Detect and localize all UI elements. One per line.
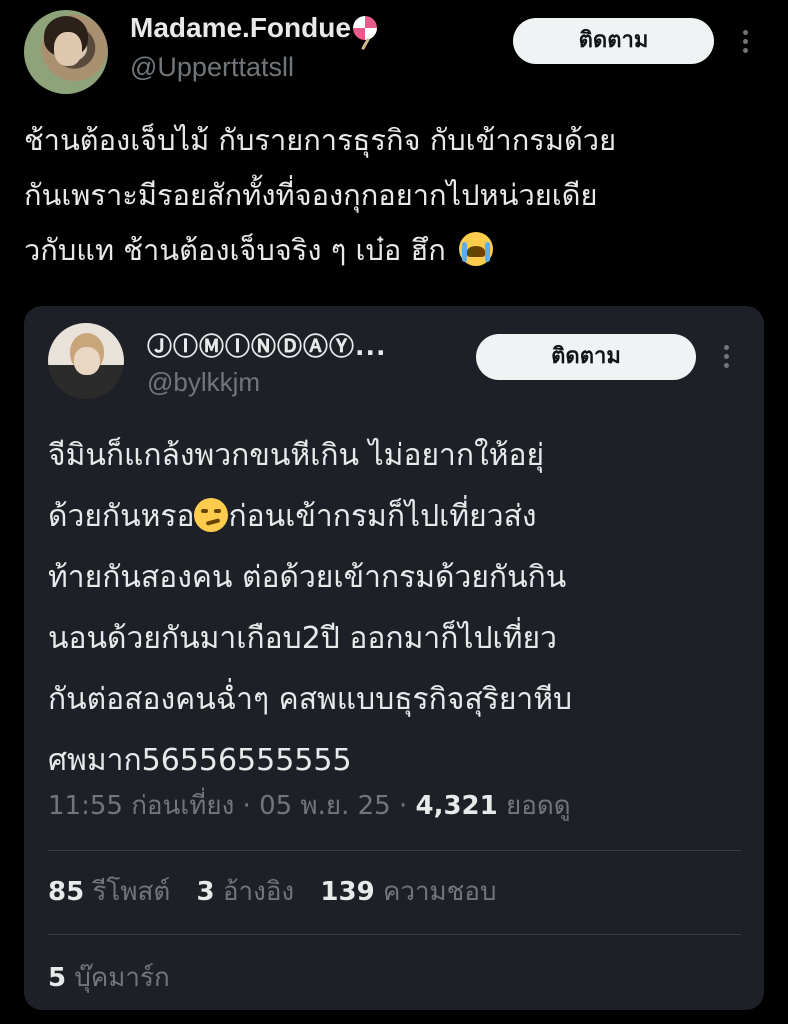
quoted-text-line: ด้วยกันหรอ ก่อนเข้ากรมก็ไปเที่ยวส่ง <box>48 486 748 547</box>
bookmarks-stat[interactable]: 5 บุ๊คมาร์ก <box>48 957 170 998</box>
quoted-tweet-text: จีมินก็แกล้งพวกขนหีเกิน ไม่อยากให้อยุ่ ด… <box>48 425 748 791</box>
quoted-text-fragment: ก่อนเข้ากรมก็ไปเที่ยวส่ง <box>228 499 537 534</box>
quoted-author-handle[interactable]: @bylkkjm <box>147 367 260 398</box>
quotes-stat[interactable]: 3 อ้างอิง <box>197 877 295 907</box>
divider <box>48 934 741 935</box>
tweet-text-line: ช้านต้องเจ็บไม้ กับรายการธุรกิจ กับเข้าก… <box>24 123 617 157</box>
quotes-count: 3 <box>196 877 215 907</box>
tweet-time[interactable]: 11:55 ก่อนเที่ยง <box>48 791 234 821</box>
author-display-name[interactable]: Madame.Fondue <box>130 12 377 44</box>
tweet-text: ช้านต้องเจ็บไม้ กับรายการธุรกิจ กับเข้าก… <box>24 113 764 278</box>
reposts-count: 85 <box>48 877 85 907</box>
likes-stat[interactable]: 139 ความชอบ <box>320 877 496 907</box>
quotes-label: อ้างอิง <box>222 877 295 907</box>
quoted-text-line: จีมินก็แกล้งพวกขนหีเกิน ไม่อยากให้อยุ่ <box>48 438 545 473</box>
author-avatar[interactable] <box>24 10 108 94</box>
smirking-face-icon <box>194 498 229 532</box>
tweet-date[interactable]: 05 พ.ย. 25 <box>259 791 391 821</box>
quoted-follow-button[interactable]: ติดตาม <box>476 334 696 380</box>
bookmarks-count: 5 <box>48 963 67 993</box>
crying-face-icon <box>458 232 493 266</box>
divider <box>48 850 741 851</box>
quoted-text-line: กันต่อสองคนฉ่ำๆ คสพแบบธุรกิจสุริยาหีบ <box>48 682 573 717</box>
tweet-text-line: กันเพราะมีรอยสักทั้งที่จองกุกอยากไปหน่วย… <box>24 178 598 212</box>
separator-dot: · <box>398 791 408 821</box>
quoted-text-line: นอนด้วยกันมาเกือบ2ปี ออกมาก็ไปเที่ยว <box>48 621 557 656</box>
likes-label: ความชอบ <box>382 877 497 907</box>
reposts-label: รีโพสต์ <box>92 877 171 907</box>
quoted-text-line: ท้ายกันสองคน ต่อด้วยเข้ากรมด้วยกันกิน <box>48 560 567 595</box>
quoted-author-avatar[interactable] <box>48 323 124 399</box>
follow-button[interactable]: ติดตาม <box>513 18 714 64</box>
reposts-stat[interactable]: 85 รีโพสต์ <box>48 877 170 907</box>
tweet-meta: 11:55 ก่อนเที่ยง · 05 พ.ย. 25 · 4,321 ยอ… <box>48 785 571 826</box>
quoted-author-display-name[interactable]: ⒿⒾⓂⒾⓃⒹⒶⓎ... <box>147 327 387 363</box>
likes-count: 139 <box>320 877 375 907</box>
separator-dot: · <box>242 791 251 821</box>
tweet-text-line: วกับแท ช้านต้องเจ็บจริง ๆ เบ๋อ ฮึก <box>24 223 764 278</box>
views-label: ยอดดู <box>506 791 571 821</box>
more-options-icon[interactable] <box>743 30 749 57</box>
tweet-text-line-content: วกับแท ช้านต้องเจ็บจริง ๆ เบ๋อ ฮึก <box>24 233 446 267</box>
author-handle[interactable]: @Upperttatsll <box>130 52 294 83</box>
lollipop-icon <box>352 16 377 40</box>
author-name-text: Madame.Fondue <box>130 12 351 43</box>
quoted-more-options-icon[interactable] <box>724 345 730 372</box>
bookmarks-label: บุ๊คมาร์ก <box>74 963 170 993</box>
quoted-text-fragment: ด้วยกันหรอ <box>48 499 195 534</box>
quoted-text-line: ศพมาก56556555555 <box>48 743 352 778</box>
views-count: 4,321 <box>415 791 498 821</box>
engagement-stats: 85 รีโพสต์ 3 อ้างอิง 139 ความชอบ <box>48 871 514 912</box>
